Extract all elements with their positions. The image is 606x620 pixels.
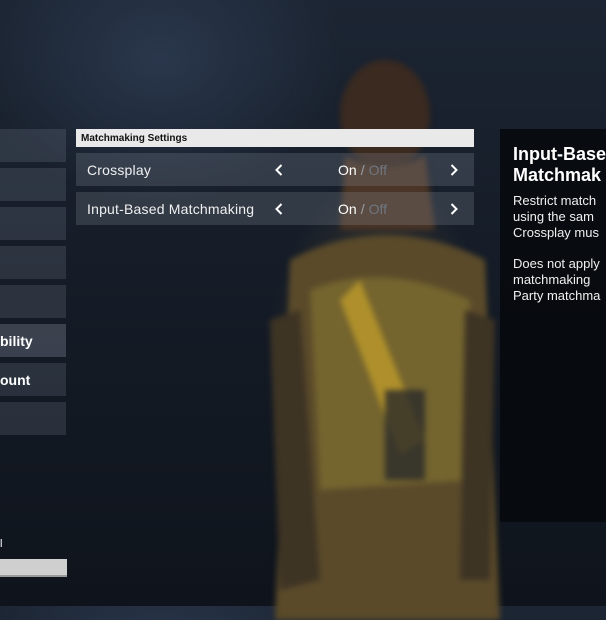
toggle-value: On / Off — [338, 201, 387, 217]
chevron-right-icon[interactable] — [447, 200, 461, 218]
chevron-right-icon[interactable] — [447, 161, 461, 179]
description-note: Does not apply matchmaking Party matchma — [513, 256, 606, 304]
menu-item-8[interactable] — [0, 402, 66, 435]
setting-row-crossplay[interactable]: Crossplay On / Off — [76, 153, 474, 186]
menu-item-5[interactable] — [0, 285, 66, 318]
option-on: On — [338, 161, 357, 178]
matchmaking-settings-panel: Matchmaking Settings Crossplay On / Off … — [76, 129, 474, 225]
description-line: matchmaking — [513, 272, 591, 287]
menu-item-4[interactable] — [0, 246, 66, 279]
description-text: Restrict match using the sam Crossplay m… — [513, 193, 606, 241]
option-on: On — [338, 200, 357, 217]
description-title-line: Matchmak — [513, 165, 602, 185]
description-line: Crossplay mus — [513, 225, 599, 240]
menu-item-label: bility — [0, 332, 33, 349]
setting-description-panel: Input-Base Matchmak Restrict match using… — [500, 129, 606, 522]
option-off: Off — [368, 200, 387, 217]
setting-label: Crossplay — [87, 161, 152, 178]
chevron-left-icon[interactable] — [272, 200, 286, 218]
menu-item-accessibility[interactable]: bility — [0, 324, 66, 357]
toggle-value: On / Off — [338, 162, 387, 178]
menu-item-3[interactable] — [0, 207, 66, 240]
left-settings-menu: bility ount — [0, 129, 66, 441]
description-line: using the sam — [513, 209, 594, 224]
description-title: Input-Base Matchmak — [513, 144, 606, 186]
description-line: Restrict match — [513, 193, 597, 208]
setting-row-input-based-matchmaking[interactable]: Input-Based Matchmaking On / Off — [76, 192, 474, 225]
menu-item-label: ount — [0, 371, 31, 388]
menu-item-2[interactable] — [0, 168, 66, 201]
option-separator: / — [360, 161, 365, 178]
option-separator: / — [360, 200, 365, 217]
description-line: Party matchma — [513, 288, 601, 303]
menu-item-account[interactable]: ount — [0, 363, 66, 396]
setting-label: Input-Based Matchmaking — [87, 200, 255, 217]
option-off: Off — [368, 161, 387, 178]
description-line: Does not apply — [513, 256, 600, 271]
section-header: Matchmaking Settings — [76, 129, 474, 147]
menu-item-1[interactable] — [0, 129, 66, 162]
footer-label: l — [0, 538, 3, 550]
footer-bar[interactable] — [0, 559, 67, 577]
chevron-left-icon[interactable] — [272, 161, 286, 179]
description-title-line: Input-Base — [513, 144, 606, 164]
